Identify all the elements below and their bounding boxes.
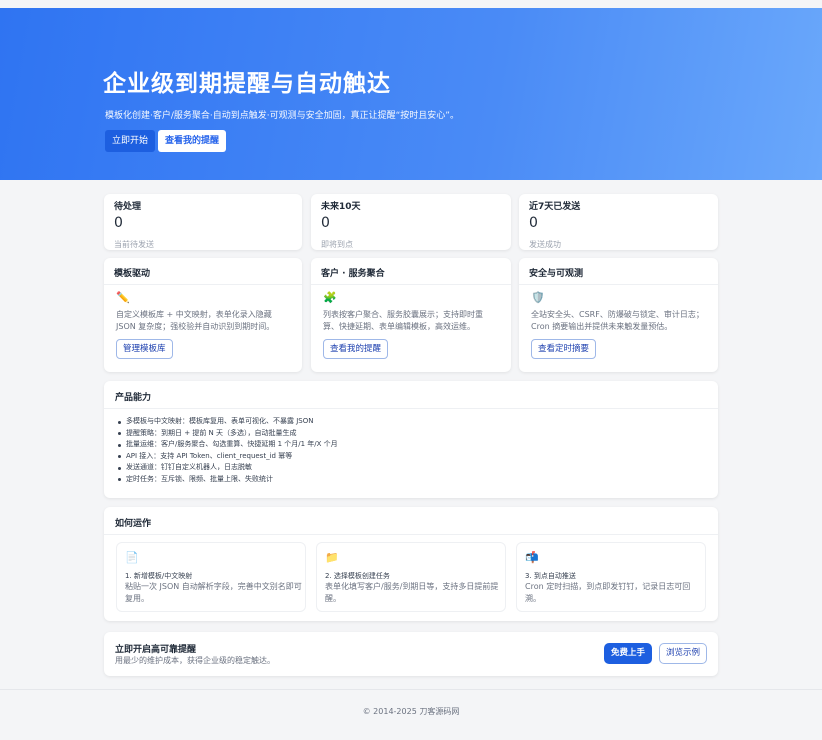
hero-title: 企业级到期提醒与自动触达 <box>103 71 391 97</box>
stat-sub: 即将到点 <box>321 240 353 249</box>
list-item: 提醒策略：到期日 + 提前 N 天（多选），自动批量生成 <box>118 428 338 440</box>
divider <box>311 284 511 285</box>
feature-desc: 列表按客户聚合、服务胶囊展示；支持即时重算、快捷延期、表单编辑模板，高效运维。 <box>323 310 483 331</box>
capabilities-section: 产品能力 多模板与中文映射：模板库复用、表单可视化、不暴露 JSON 提醒策略：… <box>104 381 718 498</box>
stat-label: 未来10天 <box>321 202 361 212</box>
stat-label: 待处理 <box>114 202 142 212</box>
view-cron-summary-button[interactable]: 查看定时摘要 <box>531 339 597 359</box>
list-item: 定时任务：互斥锁、限频、批量上限、失败统计 <box>118 474 338 486</box>
folder-icon: 📁 <box>325 551 339 564</box>
shield-icon: 🛡️ <box>531 291 545 304</box>
stat-value: 0 <box>321 215 330 231</box>
list-item: API 接入：支持 API Token、client_request_id 幂等 <box>118 451 338 463</box>
step-desc: Cron 定时扫描，到点即发钉钉，记录日志可回溯。 <box>525 582 691 603</box>
list-item: 多模板与中文映射：模板库复用、表单可视化、不暴露 JSON <box>118 416 338 428</box>
stat-sub: 发送成功 <box>529 240 561 249</box>
step-title: 2. 选择模板创建任务 <box>325 572 390 580</box>
list-item: 批量运维：客户/服务聚合、勾选重算、快捷延期 1 个月/1 年/X 个月 <box>118 439 338 451</box>
step-card: 📬 3. 到点自动推送 Cron 定时扫描，到点即发钉钉，记录日志可回溯。 <box>516 542 706 612</box>
manage-templates-button[interactable]: 管理模板库 <box>116 339 173 359</box>
stat-label: 近7天已发送 <box>529 202 581 212</box>
list-item: 发送通道：钉钉自定义机器人，日志脱敏 <box>118 462 338 474</box>
cta-title: 立即开启高可靠提醒 <box>115 645 197 655</box>
document-icon: 📄 <box>125 551 139 564</box>
step-card: 📁 2. 选择模板创建任务 表单化填写客户/服务/到期日等，支持多日提前提醒。 <box>316 542 506 612</box>
step-title: 1. 新增模板/中文映射 <box>125 572 193 580</box>
pencil-icon: ✏️ <box>116 291 130 304</box>
stat-card-sent: 近7天已发送 0 发送成功 <box>519 194 718 250</box>
stat-value: 0 <box>529 215 538 231</box>
puzzle-icon: 🧩 <box>323 291 337 304</box>
stat-card-pending: 待处理 0 当前待发送 <box>104 194 302 250</box>
feature-title: 客户 · 服务聚合 <box>321 269 385 279</box>
hero-subtitle: 模板化创建·客户/服务聚合·自动到点触发·可观测与安全加固，真正让提醒“按时且安… <box>105 111 459 121</box>
divider <box>104 284 302 285</box>
cta-subtitle: 用最少的维护成本，获得企业级的稳定触达。 <box>115 656 275 665</box>
view-reminders-button[interactable]: 查看我的提醒 <box>158 130 227 152</box>
section-title: 产品能力 <box>115 393 152 403</box>
browse-examples-button[interactable]: 浏览示例 <box>659 643 708 664</box>
divider <box>104 534 718 535</box>
step-desc: 粘贴一次 JSON 自动解析字段，完善中文别名即可复用。 <box>125 582 302 603</box>
stat-card-upcoming: 未来10天 0 即将到点 <box>311 194 511 250</box>
free-start-button[interactable]: 免费上手 <box>604 643 653 664</box>
step-card: 📄 1. 新增模板/中文映射 粘贴一次 JSON 自动解析字段，完善中文别名即可… <box>116 542 306 612</box>
divider <box>104 408 718 409</box>
stat-value: 0 <box>114 215 123 231</box>
step-desc: 表单化填写客户/服务/到期日等，支持多日提前提醒。 <box>325 582 499 603</box>
section-title: 如何运作 <box>115 519 152 529</box>
footer-divider <box>0 689 822 690</box>
feature-title: 模板驱动 <box>114 269 151 279</box>
feature-desc: 自定义模板库 + 中文映射，表单化录入隐藏 JSON 复杂度；强校验并自动识别到… <box>116 310 275 331</box>
feature-card-security: 安全与可观测 🛡️ 全站安全头、CSRF、防爆破与锁定、审计日志；Cron 摘要… <box>519 258 718 372</box>
feature-card-templates: 模板驱动 ✏️ 自定义模板库 + 中文映射，表单化录入隐藏 JSON 复杂度；强… <box>104 258 302 372</box>
view-my-reminders-button[interactable]: 查看我的提醒 <box>323 339 389 359</box>
divider <box>519 284 718 285</box>
stat-sub: 当前待发送 <box>114 240 154 249</box>
how-it-works-section: 如何运作 📄 1. 新增模板/中文映射 粘贴一次 JSON 自动解析字段，完善中… <box>104 507 718 621</box>
footer-copyright: © 2014-2025 刀客源码网 <box>362 707 460 716</box>
capability-list: 多模板与中文映射：模板库复用、表单可视化、不暴露 JSON 提醒策略：到期日 +… <box>118 416 338 486</box>
feature-card-aggregation: 客户 · 服务聚合 🧩 列表按客户聚合、服务胶囊展示；支持即时重算、快捷延期、表… <box>311 258 511 372</box>
feature-desc: 全站安全头、CSRF、防爆破与锁定、审计日志；Cron 摘要输出并提供未来触发量… <box>531 310 704 331</box>
step-title: 3. 到点自动推送 <box>525 572 576 580</box>
hero-banner: 企业级到期提醒与自动触达 模板化创建·客户/服务聚合·自动到点触发·可观测与安全… <box>0 8 822 180</box>
mailbox-icon: 📬 <box>525 551 539 564</box>
feature-title: 安全与可观测 <box>529 269 584 279</box>
start-button[interactable]: 立即开始 <box>105 130 156 152</box>
cta-section: 立即开启高可靠提醒 用最少的维护成本，获得企业级的稳定触达。 免费上手 浏览示例 <box>104 632 718 676</box>
